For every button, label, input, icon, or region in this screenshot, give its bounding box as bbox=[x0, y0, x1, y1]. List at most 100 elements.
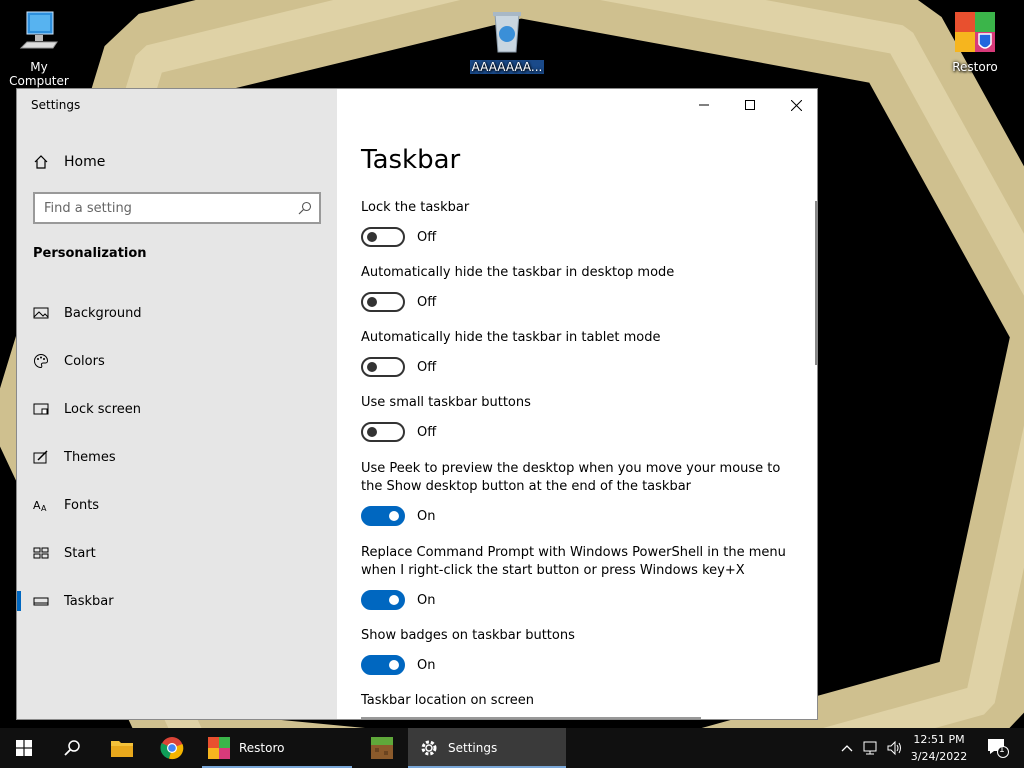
nav-home-label: Home bbox=[64, 154, 106, 170]
toggle-state: On bbox=[417, 508, 436, 524]
lock-taskbar-toggle[interactable] bbox=[361, 227, 405, 247]
taskbar-app-settings[interactable]: Settings bbox=[408, 728, 566, 768]
taskbar: Restoro Settings 12:51 PM 3/24/2022 1 bbox=[0, 728, 1024, 768]
setting-label: Automatically hide the taskbar in deskto… bbox=[361, 265, 675, 280]
desktop-icon-my-computer[interactable]: My Computer bbox=[0, 8, 79, 88]
sidebar-item-label: Colors bbox=[64, 353, 105, 369]
font-icon: A A bbox=[33, 499, 47, 513]
window-title: Settings bbox=[31, 98, 81, 112]
svg-text:A: A bbox=[41, 504, 47, 513]
peek-toggle[interactable] bbox=[361, 506, 405, 526]
sidebar-item-lock-screen[interactable]: Lock screen bbox=[17, 389, 337, 429]
sidebar-item-fonts[interactable]: A A Fonts bbox=[17, 485, 337, 525]
setting-label: Taskbar location on screen bbox=[361, 693, 535, 708]
sidebar-item-label: Themes bbox=[64, 449, 116, 465]
desktop-icon-label: Restoro bbox=[952, 60, 998, 74]
small-buttons-toggle[interactable] bbox=[361, 422, 405, 442]
toggle-state: Off bbox=[417, 229, 437, 245]
network-button[interactable] bbox=[859, 728, 883, 768]
network-icon bbox=[863, 741, 877, 755]
clock-time: 12:51 PM bbox=[913, 733, 965, 746]
recycle-bin-icon bbox=[493, 12, 521, 53]
taskbar-app-restoro[interactable]: Restoro bbox=[202, 728, 352, 768]
setting-location: Taskbar location on screen bbox=[361, 692, 801, 710]
scrollbar[interactable] bbox=[815, 201, 817, 365]
desktop-icon-label: My Computer bbox=[9, 60, 69, 88]
setting-label: Replace Command Prompt with Windows Powe… bbox=[361, 545, 786, 578]
maximize-button[interactable] bbox=[727, 89, 773, 121]
computer-icon bbox=[19, 11, 58, 49]
sidebar-item-colors[interactable]: Colors bbox=[17, 341, 337, 381]
sidebar-item-taskbar[interactable]: Taskbar bbox=[17, 581, 337, 621]
clock[interactable]: 12:51 PM 3/24/2022 bbox=[904, 731, 974, 765]
toggle-state: On bbox=[417, 657, 436, 673]
grass-block-icon bbox=[371, 737, 393, 759]
notification-icon bbox=[988, 739, 1009, 758]
folder-icon bbox=[111, 741, 133, 757]
lock-screen-icon bbox=[33, 403, 49, 415]
sidebar-item-label: Taskbar bbox=[64, 593, 114, 609]
setting-autohide-tablet: Automatically hide the taskbar in tablet… bbox=[361, 329, 801, 377]
brush-icon bbox=[33, 450, 48, 464]
chevron-up-icon bbox=[841, 745, 853, 752]
start-button[interactable] bbox=[0, 728, 48, 768]
file-explorer-button[interactable] bbox=[98, 728, 146, 768]
setting-powershell: Replace Command Prompt with Windows Powe… bbox=[361, 544, 801, 610]
restoro-icon bbox=[955, 12, 995, 52]
taskbar-app-label: Restoro bbox=[239, 741, 285, 755]
search-input[interactable] bbox=[35, 194, 285, 222]
setting-small-buttons: Use small taskbar buttons Off bbox=[361, 394, 801, 442]
search-icon[interactable] bbox=[298, 201, 312, 215]
sidebar-item-themes[interactable]: Themes bbox=[17, 437, 337, 477]
autohide-tablet-toggle[interactable] bbox=[361, 357, 405, 377]
setting-label: Lock the taskbar bbox=[361, 200, 470, 215]
minimize-icon bbox=[699, 104, 709, 106]
setting-badges: Show badges on taskbar buttons On bbox=[361, 627, 801, 675]
nav-home[interactable]: Home bbox=[33, 151, 105, 173]
restoro-icon bbox=[208, 737, 230, 759]
taskbar-app-label: Settings bbox=[448, 741, 498, 755]
settings-window: Settings Home Personalization Background bbox=[16, 88, 818, 720]
sidebar-item-label: Fonts bbox=[64, 497, 100, 513]
search-box[interactable] bbox=[33, 192, 321, 224]
desktop-icon-restoro[interactable]: Restoro bbox=[935, 8, 1015, 74]
setting-peek: Use Peek to preview the desktop when you… bbox=[361, 460, 801, 526]
section-title: Personalization bbox=[33, 246, 147, 261]
minecraft-button[interactable] bbox=[358, 728, 406, 768]
toggle-state: Off bbox=[417, 359, 437, 375]
home-icon bbox=[34, 155, 48, 169]
gear-icon bbox=[421, 740, 437, 756]
chrome-button[interactable] bbox=[148, 728, 196, 768]
search-button[interactable] bbox=[48, 728, 96, 768]
clock-date: 3/24/2022 bbox=[910, 750, 968, 763]
setting-autohide-desktop: Automatically hide the taskbar in deskto… bbox=[361, 264, 801, 312]
chrome-icon bbox=[160, 737, 184, 760]
maximize-icon bbox=[745, 100, 755, 110]
badges-toggle[interactable] bbox=[361, 655, 405, 675]
close-button[interactable] bbox=[773, 89, 817, 121]
action-center-button[interactable]: 1 bbox=[978, 728, 1018, 768]
search-icon bbox=[64, 740, 80, 756]
taskbar-location-dropdown[interactable] bbox=[361, 717, 701, 719]
toggle-state: Off bbox=[417, 294, 437, 310]
settings-content: Taskbar Lock the taskbar Off Automatical… bbox=[337, 89, 817, 719]
svg-text:A: A bbox=[33, 499, 41, 512]
minimize-button[interactable] bbox=[681, 89, 727, 121]
setting-label: Use Peek to preview the desktop when you… bbox=[361, 461, 781, 494]
sidebar-item-label: Background bbox=[64, 305, 142, 321]
sidebar-item-label: Lock screen bbox=[64, 401, 141, 417]
close-icon bbox=[790, 99, 802, 111]
setting-lock-taskbar: Lock the taskbar Off bbox=[361, 199, 801, 247]
powershell-toggle[interactable] bbox=[361, 590, 405, 610]
sidebar-item-start[interactable]: Start bbox=[17, 533, 337, 573]
speaker-icon bbox=[887, 740, 901, 756]
image-icon bbox=[33, 307, 49, 319]
toggle-state: On bbox=[417, 592, 436, 608]
palette-icon bbox=[34, 353, 49, 369]
sidebar-item-background[interactable]: Background bbox=[17, 293, 337, 333]
windows-logo-icon bbox=[16, 740, 32, 756]
taskbar-icon bbox=[33, 597, 49, 606]
show-hidden-icons-button[interactable] bbox=[836, 728, 858, 768]
autohide-desktop-toggle[interactable] bbox=[361, 292, 405, 312]
desktop-icon-recycle-bin[interactable]: AAAAAAA... bbox=[467, 8, 547, 74]
